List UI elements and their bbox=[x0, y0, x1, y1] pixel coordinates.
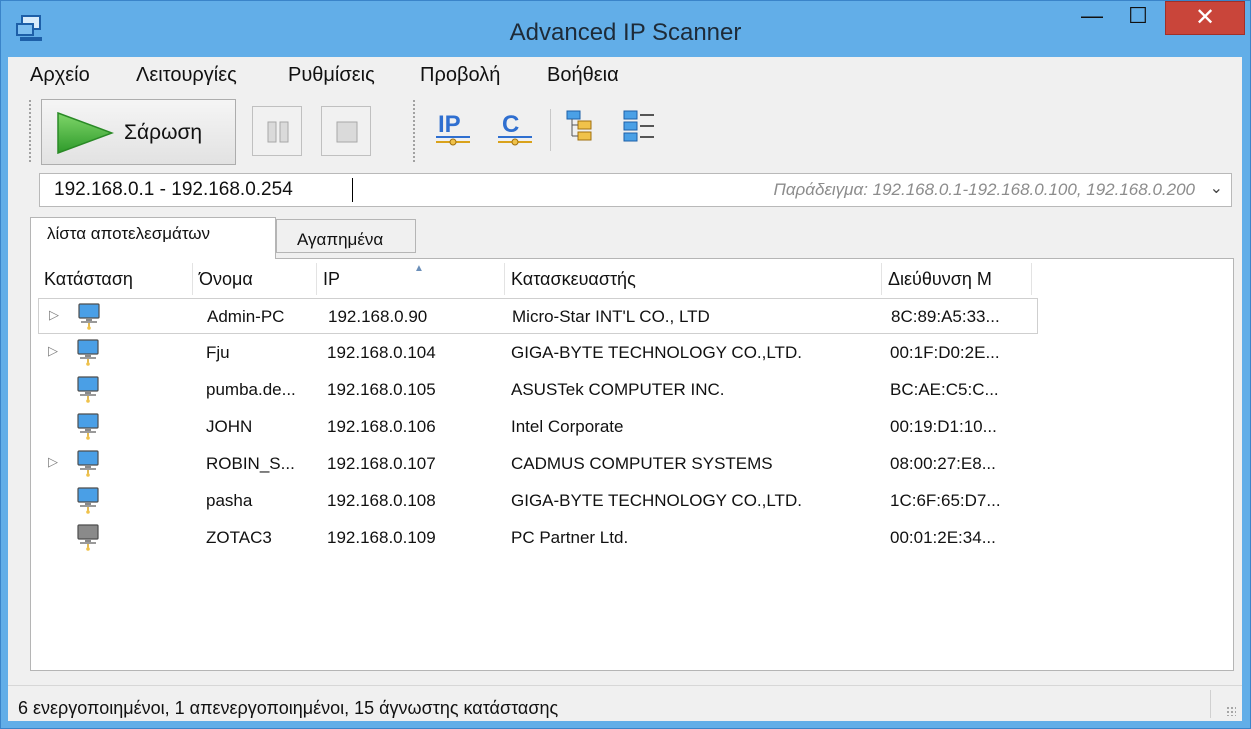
device-manufacturer: CADMUS COMPUTER SYSTEMS bbox=[511, 454, 773, 473]
chevron-down-icon[interactable]: ⌄ bbox=[1210, 178, 1223, 198]
toolbar: Σάρωση IP C bbox=[8, 91, 1242, 171]
tab-favorites[interactable]: Αγαπημένα bbox=[276, 219, 416, 253]
sort-ascending-icon: ▲ bbox=[414, 263, 424, 274]
device-mac: 00:19:D1:10... bbox=[890, 417, 997, 436]
table-row[interactable]: ZOTAC3 192.168.0.109 PC Partner Ltd. 00:01:… bbox=[38, 520, 1038, 556]
table-row[interactable]: pasha 192.168.0.108 GIGA-BYTE TECHNOLOGY C… bbox=[38, 483, 1038, 519]
ip-range-input[interactable]: 192.168.0.1 - 192.168.0.254 Παράδειγμα: … bbox=[39, 173, 1232, 207]
device-ip: 192.168.0.90 bbox=[328, 307, 428, 326]
ip-range-value: 192.168.0.1 - 192.168.0.254 bbox=[54, 179, 293, 200]
device-name: JOHN bbox=[206, 417, 253, 436]
svg-text:IP: IP bbox=[438, 111, 461, 138]
table-row[interactable]: ▷ Fju 192.168.0.104 GIGA-BYTE TECHNOLOGY CO… bbox=[38, 335, 1038, 371]
expand-row-icon[interactable]: ▷ bbox=[48, 343, 58, 359]
expand-row-icon[interactable]: ▷ bbox=[48, 454, 58, 470]
device-name: ROBIN_S... bbox=[206, 454, 295, 473]
device-ip: 192.168.0.107 bbox=[327, 454, 436, 473]
collapse-all-icon[interactable] bbox=[620, 107, 660, 151]
computer-online-icon bbox=[77, 450, 99, 477]
device-mac: BC:AE:C5:C... bbox=[890, 380, 999, 399]
device-name: Fju bbox=[206, 343, 230, 362]
svg-text:C: C bbox=[502, 111, 519, 138]
scan-button[interactable]: Σάρωση bbox=[41, 99, 236, 165]
maximize-button[interactable]: ☐ bbox=[1115, 1, 1161, 35]
scan-label: Σάρωση bbox=[124, 121, 203, 144]
device-mac: 1C:6F:65:D7... bbox=[890, 491, 1001, 510]
device-ip: 192.168.0.104 bbox=[327, 343, 436, 362]
column-ip[interactable]: IP bbox=[317, 263, 505, 295]
expand-row-icon[interactable]: ▷ bbox=[49, 307, 59, 323]
computer-offline-icon bbox=[77, 524, 99, 551]
device-manufacturer: GIGA-BYTE TECHNOLOGY CO.,LTD. bbox=[511, 491, 802, 510]
device-ip: 192.168.0.109 bbox=[327, 528, 436, 547]
device-mac: 08:00:27:E8... bbox=[890, 454, 996, 473]
menu-bar: Αρχείο Λειτουργίες Ρυθμίσεις Προβολή Βοή… bbox=[8, 57, 1242, 91]
computer-online-icon bbox=[77, 339, 99, 366]
toolbar-grip-2[interactable] bbox=[412, 99, 416, 163]
close-button[interactable]: ✕ bbox=[1165, 1, 1245, 35]
device-name: pumba.de... bbox=[206, 380, 296, 399]
title-bar[interactable]: Advanced IP Scanner — ☐ ✕ bbox=[1, 1, 1250, 57]
device-mac: 00:01:2E:34... bbox=[890, 528, 996, 547]
device-manufacturer: GIGA-BYTE TECHNOLOGY CO.,LTD. bbox=[511, 343, 802, 362]
status-text: 6 ενεργοποιημένοι, 1 απενεργοποιημένοι, … bbox=[18, 698, 559, 718]
pause-button[interactable] bbox=[252, 106, 302, 156]
device-mac: 8C:89:A5:33... bbox=[891, 307, 1000, 326]
device-name: ZOTAC3 bbox=[206, 528, 272, 547]
device-ip: 192.168.0.108 bbox=[327, 491, 436, 510]
resize-grip[interactable] bbox=[1226, 706, 1236, 716]
device-name: Admin-PC bbox=[207, 307, 285, 326]
computer-online-icon bbox=[77, 413, 99, 440]
menu-file[interactable]: Αρχείο bbox=[30, 64, 90, 87]
device-manufacturer: Micro-Star INT'L CO., LTD bbox=[512, 307, 710, 326]
text-caret bbox=[352, 178, 353, 202]
computer-online-icon bbox=[77, 487, 99, 514]
device-manufacturer: ASUSTek COMPUTER INC. bbox=[511, 380, 725, 399]
pause-icon bbox=[267, 121, 289, 143]
play-icon bbox=[57, 112, 114, 154]
window-title: Advanced IP Scanner bbox=[509, 19, 742, 46]
app-window: Advanced IP Scanner — ☐ ✕ Αρχείο Λειτουρ… bbox=[0, 0, 1251, 729]
menu-actions[interactable]: Λειτουργίες bbox=[136, 64, 237, 87]
table-row[interactable]: ▷ ROBIN_S... 192.168.0.107 CADMUS COMPUTER … bbox=[38, 446, 1038, 482]
table-row[interactable]: ▷ Admin-PC 192.168.0.90 Micro-Star INT'L CO… bbox=[38, 298, 1038, 334]
stop-button[interactable] bbox=[321, 106, 371, 156]
device-name: pasha bbox=[206, 491, 253, 510]
ip-range-example: Παράδειγμα: 192.168.0.1-192.168.0.100, 1… bbox=[773, 180, 1195, 199]
table-row[interactable]: pumba.de... 192.168.0.105 ASUSTek COMPUTER… bbox=[38, 372, 1038, 408]
table-header: Κατάσταση Όνομα IP Κατασκευαστής Διεύθυν… bbox=[38, 263, 1223, 295]
device-ip: 192.168.0.106 bbox=[327, 417, 436, 436]
column-manufacturer[interactable]: Κατασκευαστής bbox=[505, 263, 882, 295]
menu-settings[interactable]: Ρυθμίσεις bbox=[288, 64, 375, 87]
minimize-button[interactable]: — bbox=[1075, 1, 1109, 35]
expand-all-icon[interactable] bbox=[564, 107, 604, 151]
tab-results[interactable]: λίστα αποτελεσμάτων bbox=[30, 217, 276, 259]
device-mac: 00:1F:D0:2E... bbox=[890, 343, 1000, 362]
column-status[interactable]: Κατάσταση bbox=[38, 263, 193, 295]
menu-view[interactable]: Προβολή bbox=[420, 64, 500, 87]
status-bar: 6 ενεργοποιημένοι, 1 απενεργοποιημένοι, … bbox=[8, 685, 1242, 722]
results-panel: Κατάσταση Όνομα IP Κατασκευαστής Διεύθυν… bbox=[30, 258, 1234, 671]
column-name[interactable]: Όνομα bbox=[193, 263, 317, 295]
status-separator bbox=[1210, 690, 1211, 718]
toolbar-separator bbox=[550, 109, 551, 151]
column-mac[interactable]: Διεύθυνση M bbox=[882, 263, 1032, 295]
menu-help[interactable]: Βοήθεια bbox=[547, 64, 619, 87]
device-manufacturer: Intel Corporate bbox=[511, 417, 624, 436]
computer-online-icon bbox=[77, 376, 99, 403]
toolbar-grip[interactable] bbox=[28, 99, 32, 163]
table-row[interactable]: JOHN 192.168.0.106 Intel Corporate 00:19:D1… bbox=[38, 409, 1038, 445]
stop-icon bbox=[336, 121, 358, 143]
device-ip: 192.168.0.105 bbox=[327, 380, 436, 399]
device-manufacturer: PC Partner Ltd. bbox=[511, 528, 629, 547]
ip-icon[interactable]: IP bbox=[434, 107, 474, 151]
client-area: Αρχείο Λειτουργίες Ρυθμίσεις Προβολή Βοή… bbox=[8, 57, 1242, 721]
computer-online-icon bbox=[78, 303, 100, 330]
c-icon[interactable]: C bbox=[496, 107, 536, 151]
